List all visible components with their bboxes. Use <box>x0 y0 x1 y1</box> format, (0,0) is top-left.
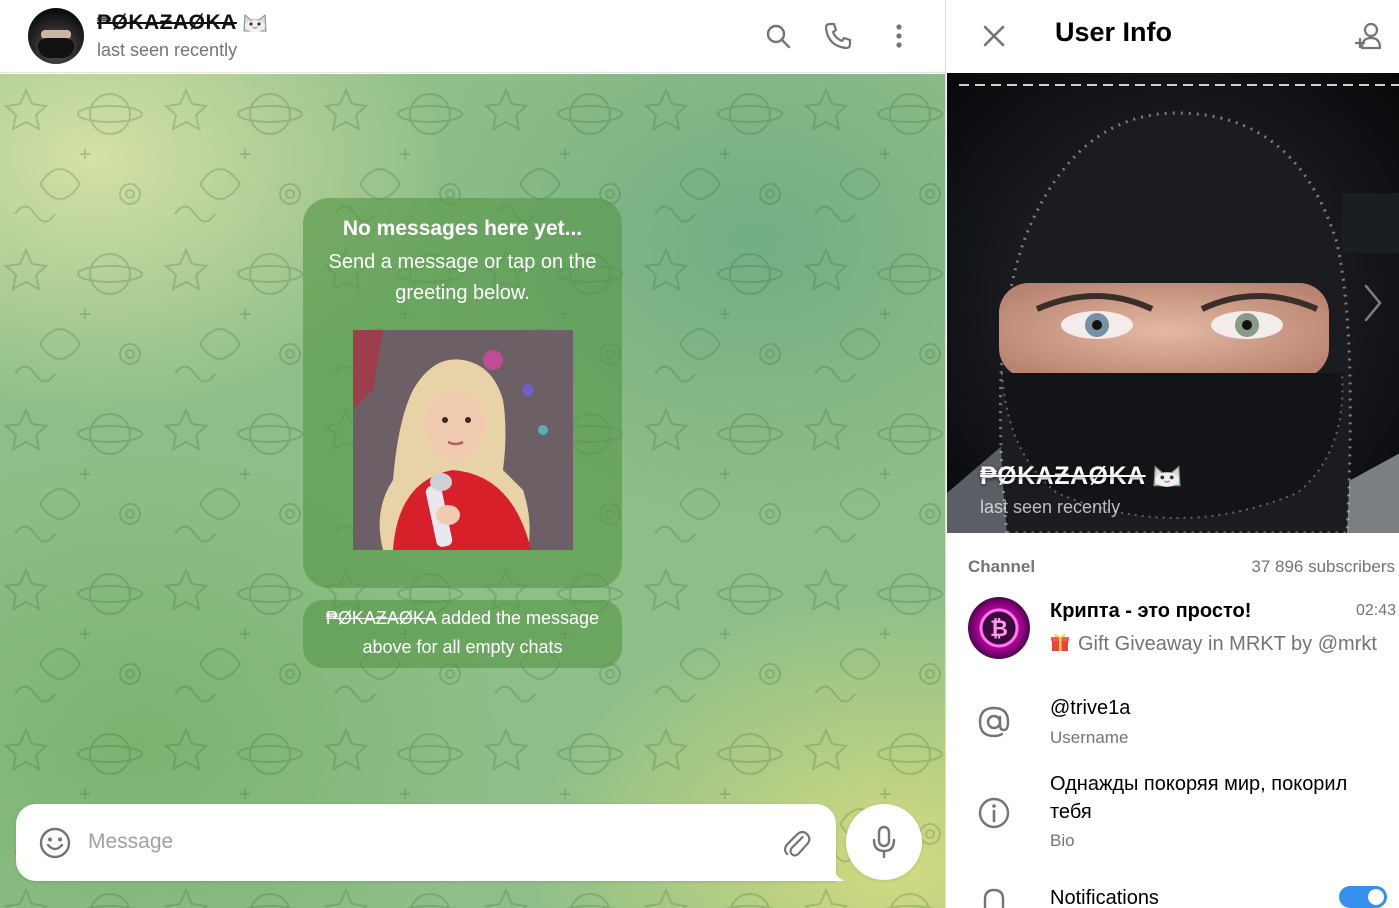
panel-header: User Info <box>946 0 1399 73</box>
empty-chat-text: Send a message or tap on the greeting be… <box>328 251 597 304</box>
close-icon <box>983 25 1005 47</box>
cat-emoji-icon <box>243 13 267 32</box>
personal-channel-item[interactable]: ₿ Крипта - это просто! 02:43 Gift Giveaw… <box>946 590 1399 666</box>
channel-avatar: ₿ <box>968 597 1030 659</box>
empty-chat-card: No messages here yet... Send a message o… <box>303 198 622 588</box>
notifications-row[interactable]: Notifications <box>946 876 1399 908</box>
search-button[interactable] <box>756 14 800 58</box>
search-icon <box>766 24 791 49</box>
profile-name: ₱ØKAƵAØKA <box>980 462 1184 491</box>
more-button[interactable] <box>877 14 921 58</box>
empty-chat-title: No messages here yet... <box>342 217 583 240</box>
more-vertical-icon <box>896 24 902 48</box>
channel-preview: Gift Giveaway in MRKT by @mrkt <box>1050 632 1390 656</box>
channel-name: Крипта - это просто! <box>1050 600 1252 622</box>
chat-title-text: ₱ØKAƵAØKA <box>97 11 237 34</box>
bio-label: Bio <box>1050 831 1075 850</box>
greeting-sticker[interactable] <box>353 330 573 550</box>
microphone-icon <box>872 825 896 859</box>
notifications-toggle[interactable] <box>1339 886 1387 908</box>
bell-icon <box>974 880 1014 908</box>
bio-value: Однажды покоряя мир, покорил тебя <box>1050 773 1348 823</box>
phone-icon <box>824 22 852 50</box>
attach-button[interactable] <box>776 824 816 864</box>
subscriber-count: 37 896 subscribers <box>1251 557 1395 576</box>
girl-with-microphone-icon <box>353 330 573 550</box>
chat-column: ₱ØKAƵAØKA last seen recently No messages… <box>0 0 945 908</box>
channel-preview-text: Gift Giveaway in MRKT by @mrkt <box>1078 633 1377 655</box>
photo-progress-bar <box>959 84 1399 86</box>
at-sign-icon <box>974 702 1014 742</box>
profile-photo[interactable]: ₱ØKAƵAØKA last seen recently <box>947 73 1399 533</box>
next-photo-button[interactable] <box>1355 278 1391 328</box>
cat-emoji-icon <box>1152 465 1181 487</box>
svg-text:₿: ₿ <box>990 616 1008 641</box>
call-button[interactable] <box>816 14 860 58</box>
panel-title: User Info <box>1055 17 1173 47</box>
profile-status: last seen recently <box>980 497 1121 517</box>
add-contact-icon <box>1354 22 1382 50</box>
composer-tail <box>826 862 844 881</box>
chat-header[interactable]: ₱ØKAƵAØKA last seen recently <box>0 0 945 73</box>
smile-icon <box>39 827 71 859</box>
record-voice-button[interactable] <box>846 804 922 880</box>
bitcoin-icon: ₿ <box>979 608 1019 648</box>
add-contact-button[interactable] <box>1348 14 1392 58</box>
close-panel-button[interactable] <box>972 14 1016 58</box>
avatar[interactable] <box>28 8 84 64</box>
username-row[interactable]: @trive1a Username <box>946 690 1399 756</box>
username-value: @trive1a <box>1050 697 1131 719</box>
paperclip-icon <box>783 830 811 857</box>
message-input[interactable] <box>88 822 768 862</box>
info-icon <box>974 793 1014 833</box>
chevron-right-icon <box>1364 284 1382 322</box>
bio-row[interactable]: Однажды покоряя мир, покорил тебя Bio <box>946 768 1399 858</box>
user-info-panel: User Info ₱ØKAƵAØKA last seen recently C… <box>945 0 1399 908</box>
channel-time: 02:43 <box>1355 602 1396 619</box>
message-composer <box>16 804 836 881</box>
profile-name-text: ₱ØKAƵAØKA <box>980 462 1146 490</box>
username-label: Username <box>1050 728 1129 747</box>
notifications-label: Notifications <box>1050 887 1159 908</box>
service-message-actor: ₱ØKAƵAØKA <box>325 608 436 628</box>
chat-title[interactable]: ₱ØKAƵAØKA <box>97 11 269 35</box>
gift-icon <box>1051 633 1069 651</box>
service-message: ₱ØKAƵAØKA added the message above for al… <box>303 600 622 668</box>
channel-section-label: Channel <box>968 557 1036 576</box>
chat-status: last seen recently <box>97 40 238 60</box>
emoji-button[interactable] <box>36 824 74 862</box>
